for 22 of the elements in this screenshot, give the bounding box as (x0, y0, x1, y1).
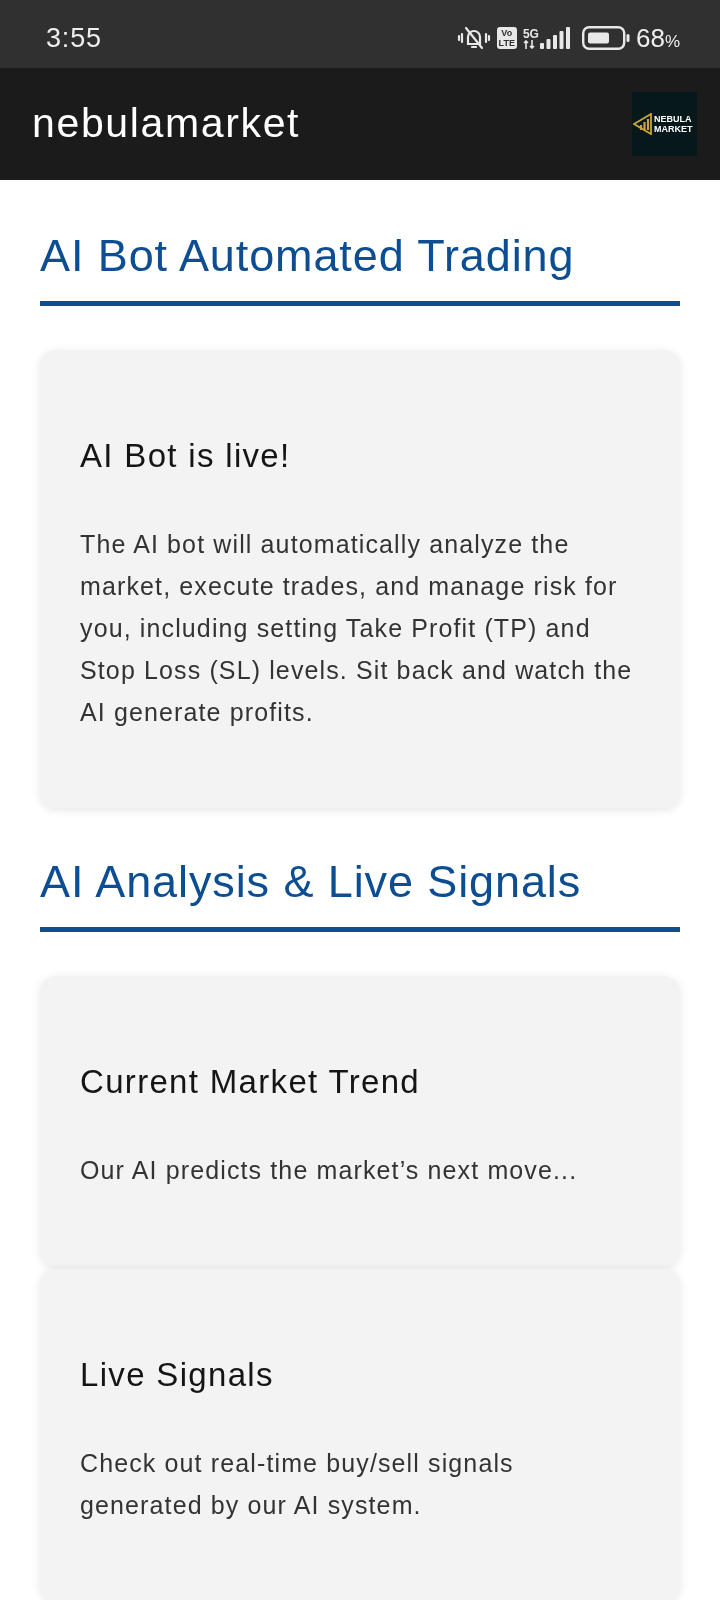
data-arrows-icon (522, 40, 535, 49)
logo-text: NEBULA (654, 114, 693, 124)
card-title: Live Signals (80, 1355, 275, 1395)
section-heading: AI Bot Automated Trading (40, 230, 576, 282)
card-text: Check out real-time buy/sell signals generated by our AI system. (80, 1448, 515, 1521)
app-logo[interactable]: NEBULA MARKET (632, 92, 697, 156)
battery-percent: 68 (635, 21, 665, 55)
volte-badge: Vo LTE (496, 27, 517, 49)
card-text: Our AI predicts the market’s next move... (80, 1155, 579, 1186)
battery-icon (581, 26, 630, 50)
app-title: nebulamarket (32, 99, 301, 149)
card-title: AI Bot is live! (80, 436, 292, 476)
signal-bars-icon (539, 27, 570, 49)
bell-off-icon (456, 24, 491, 52)
logo-text: MARKET (654, 124, 693, 134)
status-time: 3:55 (46, 21, 102, 55)
network-type: 5G (522, 28, 539, 40)
section-heading: AI Analysis & Live Signals (40, 856, 583, 908)
triangle-chart-logo-icon (633, 113, 652, 135)
card-text: The AI bot will automatically analyze the market, execute trades, and manage risk for you, including setting Take Profit (TP) and Stop Loss (SL) levels. Sit back and watch the AI generate profits. (80, 529, 634, 728)
card-title: Current Market Trend (80, 1062, 421, 1102)
battery-percent-sign: % (664, 31, 680, 53)
